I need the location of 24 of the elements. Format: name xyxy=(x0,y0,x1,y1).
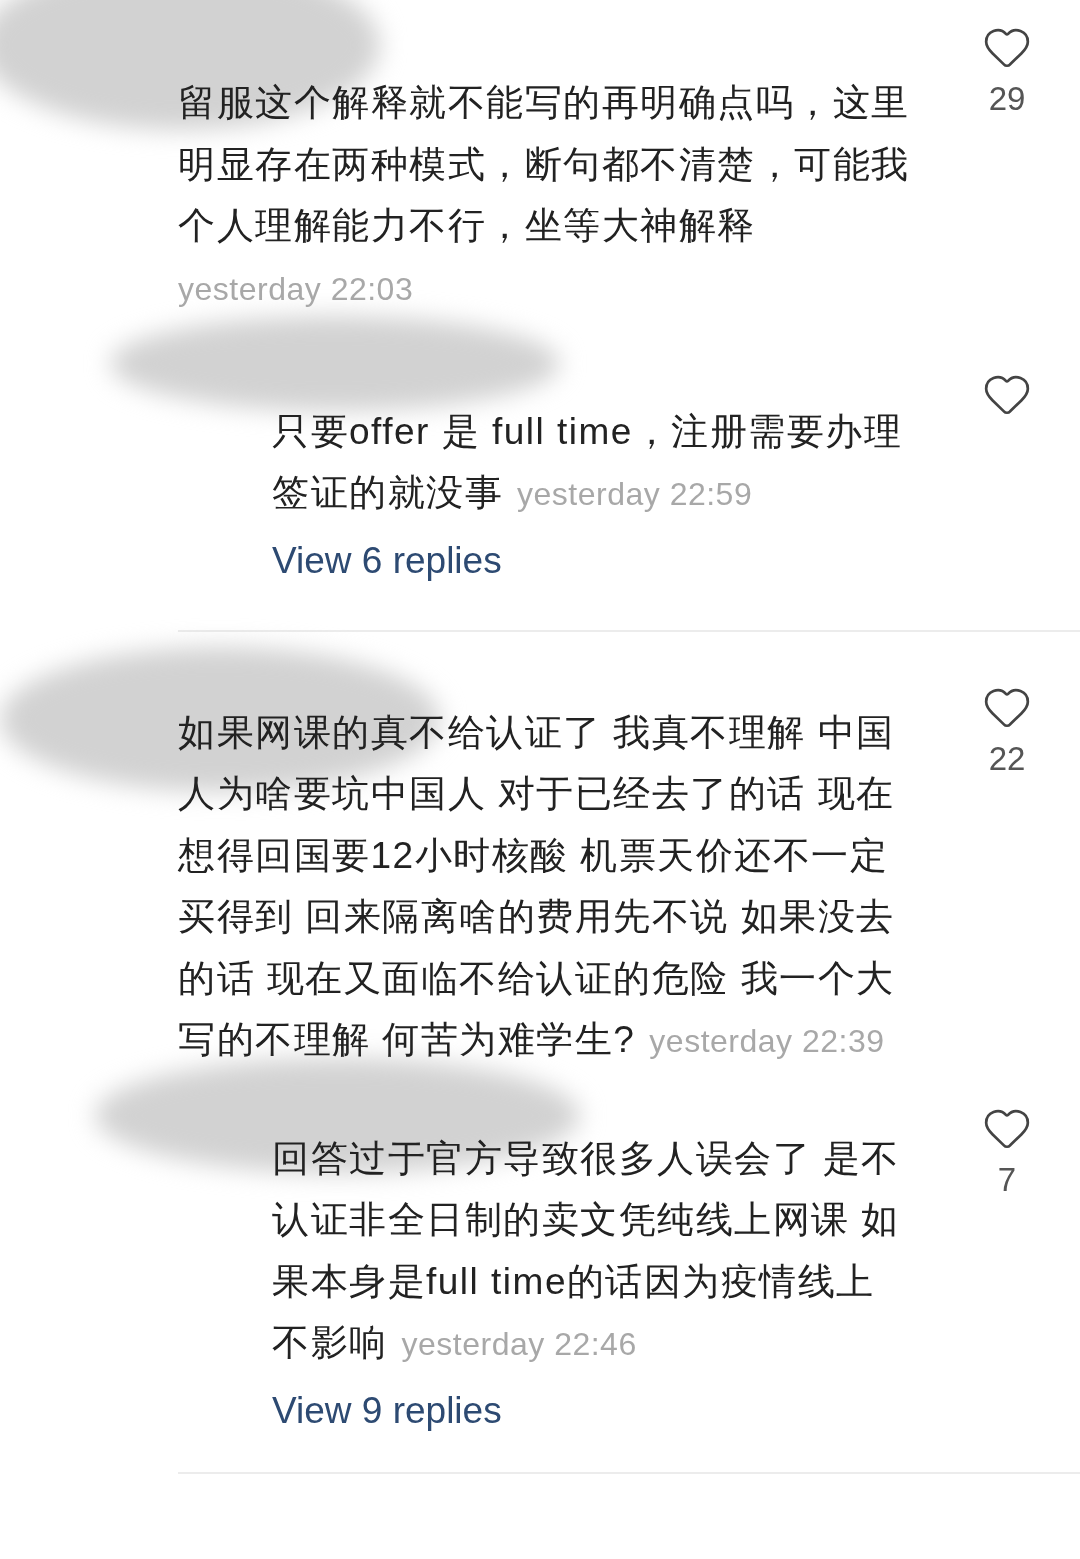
comment-line: 如果网课的真不给认证了 我真不理解 中国 xyxy=(178,710,896,755)
comment-line: 明显存在两种模式，断句都不清楚，可能我 xyxy=(178,142,911,187)
comment-line: 认证非全日制的卖文凭纯线上网课 如 xyxy=(272,1198,901,1242)
comment-line: 个人理解能力不行，坐等大神解释 xyxy=(178,204,756,248)
comment-line: 买得到 回来隔离啥的费用先不说 如果没去 xyxy=(178,895,896,939)
comment-line: 人为啥要坑中国人 对于已经去了的话 现在 xyxy=(178,772,896,816)
timestamp: yesterday 22:39 xyxy=(649,1022,885,1061)
comment-line: 留服这个解释就不能写的再明确点吗，这里 xyxy=(178,81,911,125)
comment-line: 不影响 xyxy=(272,1321,388,1365)
comment-line: 签证的就没事 xyxy=(272,471,503,515)
view-replies-link[interactable]: View 6 replies xyxy=(272,539,502,582)
comment-line: 想得回国要12小时核酸 机票天价还不一定 xyxy=(178,833,890,878)
timestamp: yesterday 22:46 xyxy=(401,1325,637,1364)
like-count: 22 xyxy=(988,739,1026,778)
comment-line: 回答过于官方导致很多人误会了 是不 xyxy=(272,1136,901,1181)
comment-line: 的话 现在又面临不给认证的危险 我一个大 xyxy=(178,956,896,1001)
comment-line: 果本身是full time的话因为疫情线上 xyxy=(272,1259,876,1304)
like-count: 29 xyxy=(988,80,1026,118)
timestamp: yesterday 22:03 xyxy=(178,269,414,309)
view-replies-link[interactable]: View 9 replies xyxy=(272,1389,502,1432)
comment-line: 写的不理解 何苦为难学生? xyxy=(178,1018,636,1062)
comment-line: 只要offer 是 full time，注册需要办理 xyxy=(272,409,904,454)
like-count: 7 xyxy=(997,1160,1017,1199)
timestamp: yesterday 22:59 xyxy=(517,475,753,514)
